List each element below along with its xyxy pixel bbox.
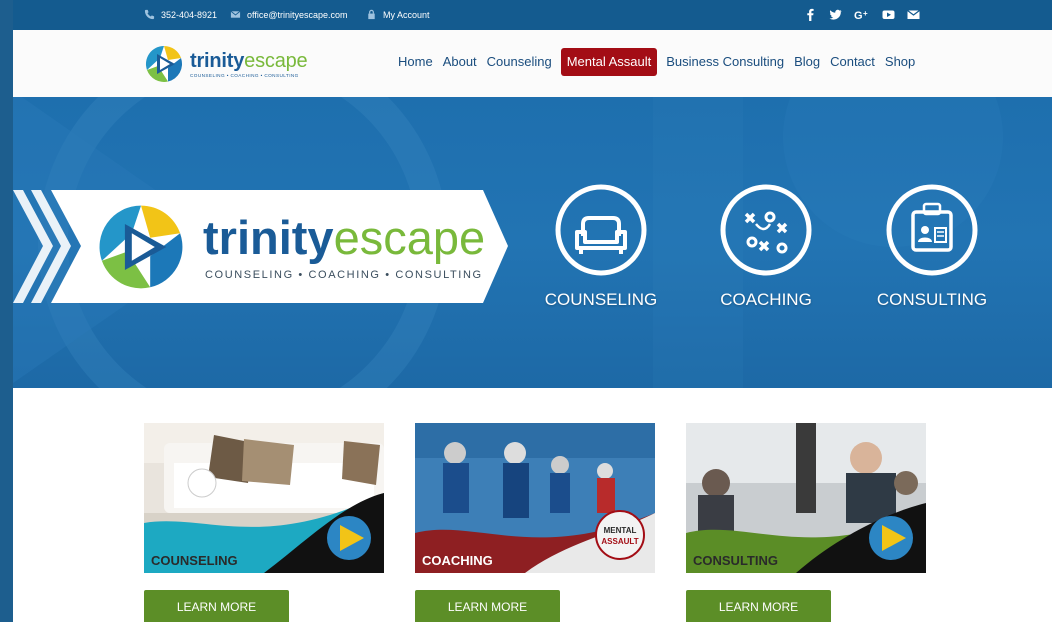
playbook-icon [720,184,812,276]
presentation-icon [886,184,978,276]
coaching-photo: MENTAL ASSAULT [415,423,655,573]
email-address: office@trinityescape.com [247,9,348,20]
google-plus-icon[interactable]: G + [854,8,870,22]
svg-text:ASSAULT: ASSAULT [601,537,638,546]
learn-more-coaching-button[interactable]: LEARN MORE [415,590,560,622]
hero-logo: trinityescape COUNSELING • COACHING • CO… [95,201,485,293]
email-link[interactable]: office@trinityescape.com [230,9,348,20]
card-caption: CONSULTING [693,553,778,568]
envelope-icon[interactable] [907,8,920,21]
phone-number: 352-404-8921 [161,9,218,20]
phone-link[interactable]: 352-404-8921 [144,9,217,20]
page: 352-404-8921 office@trinityescape.com My… [13,0,1052,622]
facebook-icon[interactable] [804,8,817,21]
nav-counseling[interactable]: Counseling [482,49,557,75]
hero-service-consulting[interactable]: CONSULTING [862,184,1002,310]
nav-home[interactable]: Home [393,49,438,75]
youtube-icon[interactable] [882,8,895,21]
card-image[interactable]: MENTAL ASSAULT COACHING [415,423,655,573]
card-caption: COACHING [422,553,493,568]
hero-wordmark: trinityescape [203,210,486,264]
top-bar: 352-404-8921 office@trinityescape.com My… [13,0,1052,30]
card-image[interactable]: CONSULTING [686,423,926,573]
svg-text:MENTAL: MENTAL [604,526,637,535]
card-consulting[interactable]: CONSULTING [686,423,926,573]
nav-contact[interactable]: Contact [825,49,880,75]
nav-about[interactable]: About [438,49,482,75]
nav-business-consulting[interactable]: Business Consulting [661,49,789,75]
couch-icon [555,184,647,276]
hero-service-coaching[interactable]: COACHING [696,184,836,310]
social-links: G + [804,8,920,22]
consulting-photo [686,423,926,573]
logo-tagline: COUNSELING • COACHING • CONSULTING [190,72,299,78]
svg-text:+: + [863,9,868,18]
hero-tagline: COUNSELING • COACHING • CONSULTING [205,268,483,281]
trinity-logo-icon [99,205,183,289]
svg-text:G: G [854,10,863,21]
hero-service-label: COUNSELING [544,290,658,309]
lock-icon [368,9,375,20]
nav-mental-assault[interactable]: Mental Assault [560,48,658,76]
learn-more-counseling-button[interactable]: LEARN MORE [144,590,289,622]
nav-blog[interactable]: Blog [789,49,825,75]
logo-wordmark: trinityescape [190,49,308,72]
envelope-icon [230,10,241,18]
my-account-link[interactable]: My Account [366,9,430,20]
hero-service-counseling[interactable]: COUNSELING [531,184,671,310]
hero-logo-text: trinityescape COUNSELING • COACHING • CO… [203,210,486,281]
nav-shop[interactable]: Shop [880,49,920,75]
hero-banner: trinityescape COUNSELING • COACHING • CO… [13,97,1052,388]
phone-icon [144,9,155,20]
hero-service-label: COACHING [720,290,812,309]
learn-more-consulting-button[interactable]: LEARN MORE [686,590,831,622]
counseling-photo [144,423,384,573]
card-image[interactable]: COUNSELING [144,423,384,573]
site-header: trinityescape COUNSELING • COACHING • CO… [13,30,1052,97]
card-caption: COUNSELING [151,553,238,568]
logo-text: trinityescape COUNSELING • COACHING • CO… [190,49,308,78]
site-logo[interactable]: trinityescape COUNSELING • COACHING • CO… [144,44,308,84]
main-nav: Home About Counseling Mental Assault Bus… [393,48,920,76]
card-counseling[interactable]: COUNSELING [144,423,384,573]
trinity-logo-icon [145,45,183,82]
my-account-label: My Account [383,9,430,20]
hero-service-label: CONSULTING [876,290,988,309]
twitter-icon[interactable] [829,8,842,21]
card-coaching[interactable]: MENTAL ASSAULT COACHING [415,423,655,573]
